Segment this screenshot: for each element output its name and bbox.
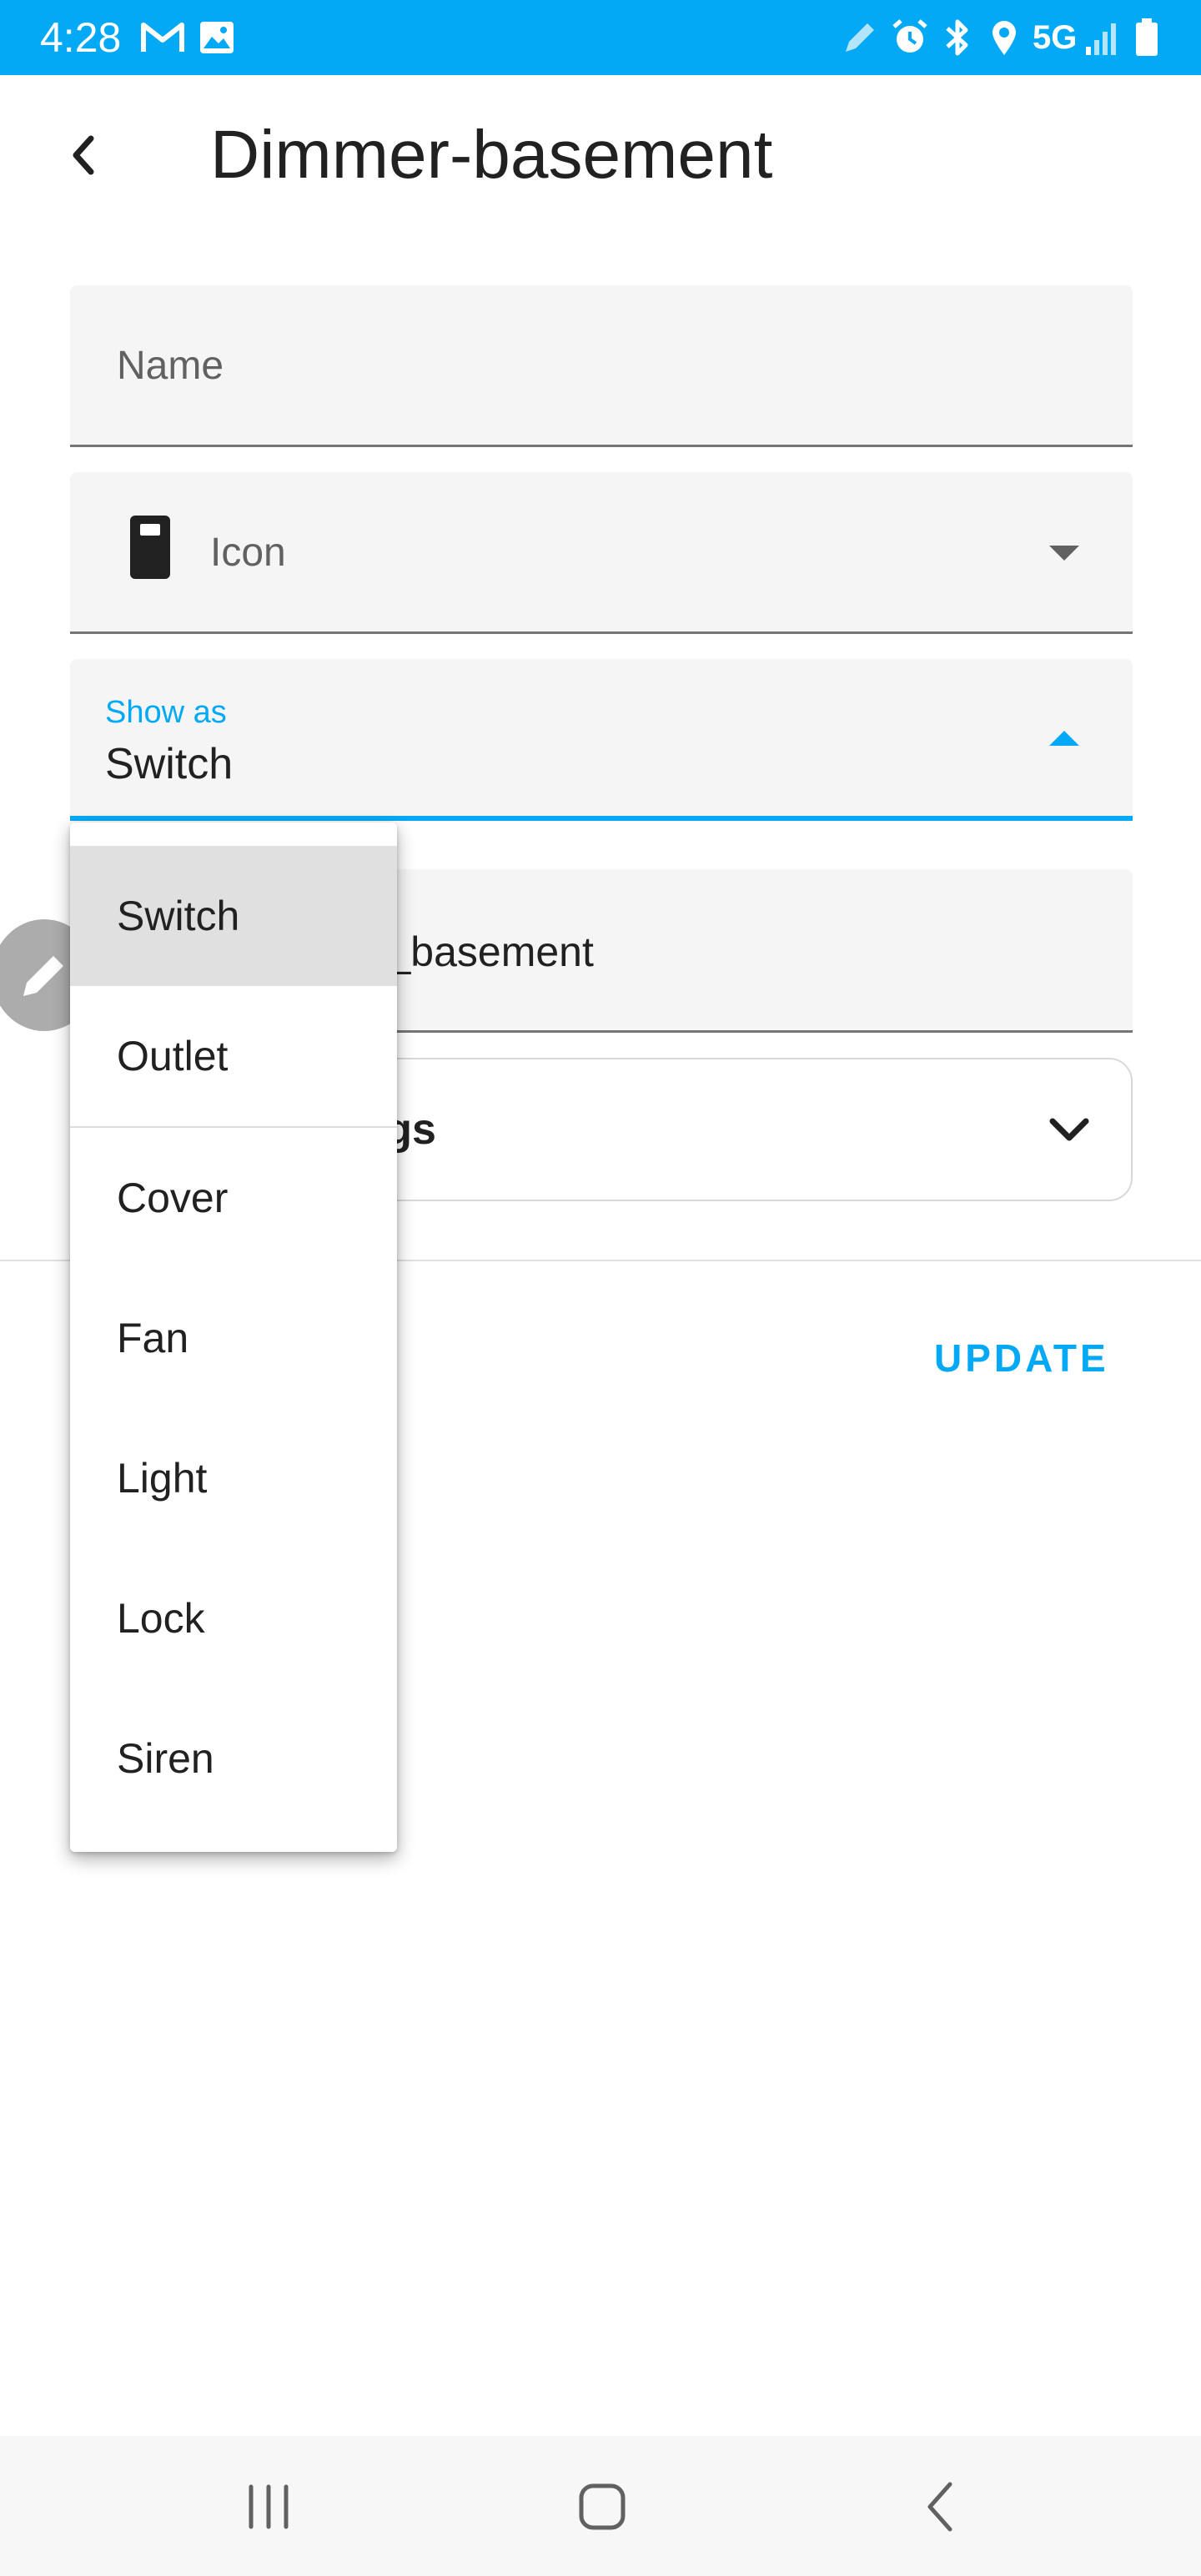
menu-item-switch[interactable]: Switch (70, 846, 397, 986)
back-icon (927, 2482, 952, 2532)
home-icon (579, 2483, 626, 2530)
name-placeholder: Name (117, 344, 224, 388)
menu-item-siren[interactable]: Siren (70, 1688, 397, 1829)
network-type: 5G (1033, 19, 1078, 56)
bluetooth-icon (946, 19, 968, 56)
menu-item-lock[interactable]: Lock (70, 1548, 397, 1688)
show-as-label: Show as (105, 695, 227, 730)
pen-icon (846, 23, 874, 52)
dropdown-arrow-icon (1049, 546, 1079, 561)
update-button[interactable]: UPDATE (934, 1335, 1109, 1381)
menu-item-outlet[interactable]: Outlet (70, 986, 397, 1126)
menu-item-cover[interactable]: Cover (70, 1128, 397, 1268)
menu-item-light[interactable]: Light (70, 1408, 397, 1548)
show-as-value: Switch (105, 740, 234, 788)
status-time: 4:28 (40, 14, 122, 61)
menu-item-fan[interactable]: Fan (70, 1268, 397, 1408)
back-button[interactable] (52, 117, 113, 194)
dimmer-switch-icon (130, 516, 170, 579)
home-button[interactable] (552, 2469, 652, 2544)
battery-icon (1136, 18, 1158, 56)
navigation-bar (0, 2436, 1201, 2576)
show-as-menu: Switch Outlet Cover Fan Light Lock Siren (70, 823, 397, 1852)
pencil-icon (23, 956, 63, 996)
signal-icon (1086, 23, 1116, 55)
location-icon (992, 21, 1016, 55)
icon-placeholder: Icon (210, 531, 286, 575)
show-as-select[interactable]: Show as Switch (70, 659, 1133, 821)
recent-apps-icon (249, 2484, 289, 2529)
gmail-icon (141, 23, 184, 52)
page-title: Dimmer-basement (210, 117, 773, 193)
gallery-icon (200, 22, 234, 53)
name-field[interactable]: Name (70, 285, 1133, 447)
recent-apps-button[interactable] (219, 2469, 319, 2544)
chevron-down-icon (1049, 1118, 1089, 1141)
status-bar: 4:28 5G (0, 0, 1201, 75)
dropdown-arrow-up-icon (1049, 731, 1079, 746)
icon-picker[interactable]: Icon (70, 472, 1133, 634)
alarm-icon (892, 19, 927, 53)
system-back-button[interactable] (891, 2469, 991, 2544)
chevron-left-icon (73, 135, 94, 175)
